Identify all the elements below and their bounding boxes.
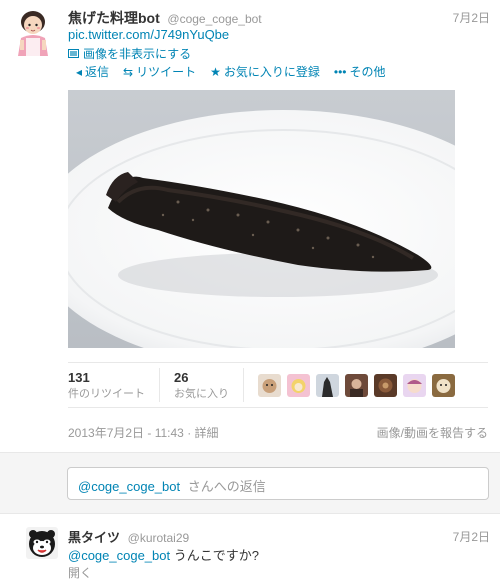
more-button[interactable]: ••• その他 (334, 63, 386, 80)
retweet-count-label: 件のリツイート (68, 387, 145, 400)
favoriter-avatar[interactable] (258, 373, 281, 397)
hide-image-link[interactable]: 画像を非表示にする (68, 45, 191, 62)
favoriter-avatar[interactable] (345, 373, 368, 397)
reply-button[interactable]: ◂ 返信 (76, 63, 109, 80)
retweet-count: 131 (68, 369, 90, 385)
more-label: その他 (349, 65, 386, 79)
reply-display-name[interactable]: 黒タイツ (68, 530, 120, 545)
retweet-stat[interactable]: 131 件のリツイート (68, 368, 160, 402)
tweet-actions: ◂ 返信 ⇆ リツイート ★ お気に入りに登録 ••• その他 (76, 63, 386, 80)
reply-arrow-icon: ◂ (76, 64, 83, 79)
favorite-stat[interactable]: 26 お気に入り (174, 368, 244, 402)
hide-image-label: 画像を非表示にする (83, 47, 192, 61)
retweet-label: リツイート (136, 65, 197, 79)
favorite-button[interactable]: ★ お気に入りに登録 (210, 63, 320, 80)
more-dots-icon: ••• (333, 64, 347, 79)
favorite-count-label: お気に入り (174, 387, 229, 400)
favoriter-avatar[interactable] (403, 373, 426, 397)
display-name[interactable]: 焦げた料理bot (68, 10, 160, 26)
retweet-button[interactable]: ⇆ リツイート (123, 63, 196, 80)
tweet-stats: 131 件のリツイート 26 お気に入り (68, 362, 488, 408)
reply-placeholder: さんへの返信 (187, 479, 266, 494)
user-handle[interactable]: @coge_coge_bot (167, 12, 261, 26)
retweet-icon: ⇆ (123, 64, 134, 79)
reply-label: 返信 (85, 65, 110, 79)
tweet-date[interactable]: 7月2日 (453, 9, 490, 26)
tweet-photo[interactable] (68, 90, 455, 348)
favoriter-avatar[interactable] (432, 373, 455, 397)
reply-tweet[interactable]: 黒タイツ @kurotai29 7月2日 @coge_coge_bot うんこで… (0, 515, 500, 587)
reply-area: @coge_coge_bot さんへの返信 (0, 452, 500, 514)
details-link[interactable]: 詳細 (195, 426, 219, 440)
open-link[interactable]: 開く (68, 564, 92, 581)
favorite-count: 26 (174, 369, 189, 385)
reply-user-avatar[interactable] (26, 527, 58, 559)
reply-text: @coge_coge_bot うんこですか? (68, 545, 259, 564)
pic-link[interactable]: pic.twitter.com/J749nYuQbe (68, 27, 229, 42)
reply-mention: @coge_coge_bot (78, 479, 181, 494)
tweet-timestamp[interactable]: 2013年7月2日 - 11:43 (68, 426, 184, 440)
tweet-header: 焦げた料理bot @coge_coge_bot 7月2日 (68, 8, 490, 26)
favoriter-avatar[interactable] (316, 373, 339, 397)
favoriter-avatar[interactable] (374, 373, 397, 397)
reply-header: 黒タイツ @kurotai29 7月2日 (68, 527, 490, 545)
image-icon (68, 49, 79, 58)
meta-separator: · (187, 426, 195, 440)
reply-text-mention[interactable]: @coge_coge_bot (68, 548, 170, 563)
user-avatar[interactable] (12, 8, 54, 56)
reply-text-body: うんこですか? (173, 548, 259, 563)
reply-handle[interactable]: @kurotai29 (128, 531, 190, 545)
burnt-food-photo (68, 90, 455, 348)
reply-date[interactable]: 7月2日 (453, 528, 490, 545)
favoriter-avatar[interactable] (287, 373, 310, 397)
favoriter-avatars (258, 373, 455, 397)
report-media-link[interactable]: 画像/動画を報告する (377, 424, 488, 441)
tweet-meta: 2013年7月2日 - 11:43 · 詳細 (68, 424, 219, 441)
favorite-label: お気に入りに登録 (223, 65, 320, 79)
star-icon: ★ (210, 64, 221, 79)
reply-input[interactable]: @coge_coge_bot さんへの返信 (67, 467, 489, 500)
main-tweet: 焦げた料理bot @coge_coge_bot 7月2日 pic.twitter… (0, 0, 500, 452)
